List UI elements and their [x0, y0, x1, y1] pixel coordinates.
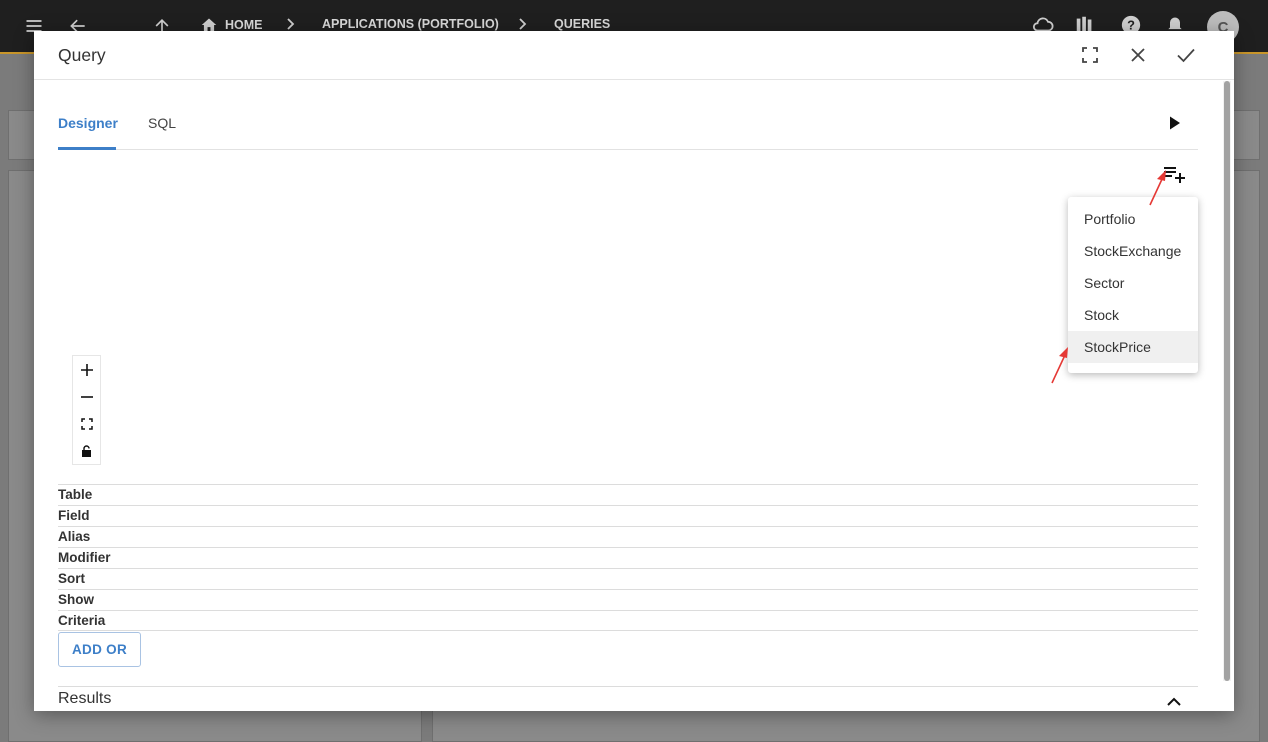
- grid-row-label: Sort: [58, 571, 85, 586]
- breadcrumb-home-label: HOME: [225, 18, 263, 32]
- scrollbar-thumb[interactable]: [1224, 81, 1230, 681]
- breadcrumb-applications-label: APPLICATIONS (PORTFOLIO): [322, 17, 499, 31]
- check-icon: [1177, 48, 1195, 63]
- menu-item-stockprice[interactable]: StockPrice: [1068, 331, 1198, 363]
- lock-button[interactable]: [73, 437, 100, 464]
- menu-item-portfolio[interactable]: Portfolio: [1068, 203, 1198, 235]
- dialog-scrollbar[interactable]: [1223, 81, 1231, 681]
- fit-view-icon: [80, 417, 93, 430]
- results-title: Results: [58, 690, 112, 707]
- breadcrumb-applications[interactable]: APPLICATIONS (PORTFOLIO): [322, 17, 499, 31]
- collapse-results-button[interactable]: [1166, 695, 1188, 711]
- grid-row-label: Table: [58, 487, 93, 502]
- run-query-button[interactable]: [1162, 111, 1186, 135]
- fullscreen-icon: [1082, 47, 1098, 63]
- grid-row-field: Field: [58, 505, 1198, 526]
- tab-designer[interactable]: Designer: [58, 115, 118, 131]
- grid-row-label: Criteria: [58, 613, 106, 628]
- lock-icon: [82, 444, 91, 457]
- dialog-header: Query: [34, 31, 1234, 80]
- tab-bar: Designer SQL: [58, 109, 1198, 150]
- breadcrumb-queries-label: QUERIES: [554, 17, 611, 31]
- results-section: Results: [58, 686, 1198, 711]
- tab-sql[interactable]: SQL: [148, 115, 176, 131]
- chevron-up-icon: [1167, 697, 1181, 706]
- grid-row-sort: Sort: [58, 568, 1198, 589]
- menu-item-stock[interactable]: Stock: [1068, 299, 1198, 331]
- grid-row-label: Show: [58, 592, 94, 607]
- grid-row-modifier: Modifier: [58, 547, 1198, 568]
- grid-row-alias: Alias: [58, 526, 1198, 547]
- fit-view-button[interactable]: [73, 410, 100, 437]
- menu-item-sector[interactable]: Sector: [1068, 267, 1198, 299]
- zoom-in-button[interactable]: [73, 356, 100, 383]
- play-icon: [1170, 116, 1180, 130]
- grid-row-label: Field: [58, 508, 90, 523]
- close-button[interactable]: [1124, 41, 1152, 69]
- minus-icon: [80, 395, 93, 398]
- dialog-title: Query: [58, 45, 106, 65]
- zoom-out-button[interactable]: [73, 383, 100, 410]
- grid-row-table: Table: [58, 484, 1198, 505]
- add-or-button[interactable]: ADD OR: [58, 632, 141, 667]
- chevron-right-icon: [517, 17, 529, 31]
- fullscreen-button[interactable]: [1076, 41, 1104, 69]
- diagram-zoom-controls: [72, 355, 101, 465]
- grid-row-label: Alias: [58, 529, 91, 544]
- active-tab-indicator: [58, 147, 116, 150]
- close-icon: [1131, 48, 1145, 62]
- chevron-right-icon: [285, 17, 297, 31]
- confirm-button[interactable]: [1172, 41, 1200, 69]
- add-table-menu: Portfolio StockExchange Sector Stock Sto…: [1068, 197, 1198, 373]
- grid-row-criteria: Criteria: [58, 610, 1198, 631]
- plus-icon: [80, 363, 93, 376]
- query-dialog: Query Designer SQL Portfolio StockExchan…: [34, 31, 1234, 711]
- menu-item-stockexchange[interactable]: StockExchange: [1068, 235, 1198, 267]
- grid-row-show: Show: [58, 589, 1198, 610]
- breadcrumb-queries[interactable]: QUERIES: [554, 17, 610, 31]
- add-table-button[interactable]: [1161, 161, 1187, 187]
- grid-row-label: Modifier: [58, 550, 111, 565]
- playlist-add-icon: [1164, 167, 1185, 183]
